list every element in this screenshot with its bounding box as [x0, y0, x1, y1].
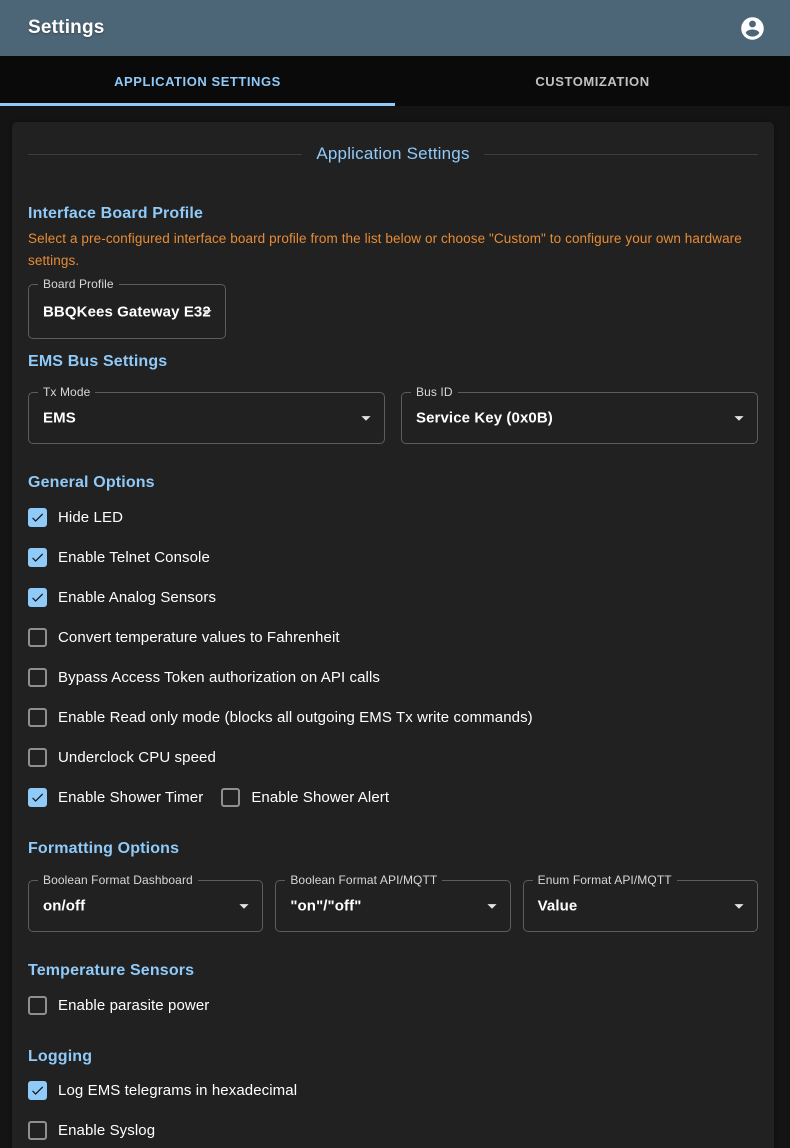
account-circle-icon — [739, 15, 766, 42]
checkbox-label[interactable]: Enable parasite power — [58, 997, 209, 1014]
checkbox-row-enable-syslog[interactable]: Enable Syslog — [28, 1110, 758, 1148]
checkbox-read-only-mode[interactable] — [28, 708, 47, 727]
section-heading-interface-board-profile: Interface Board Profile — [28, 202, 758, 226]
select-value: "on"/"off" — [290, 898, 361, 915]
check-icon — [30, 790, 45, 805]
formatting-select-row: Boolean Format Dashboard on/off Boolean … — [28, 880, 758, 932]
dropdown-arrow-icon — [196, 301, 218, 323]
dropdown-arrow-icon — [728, 895, 750, 917]
tab-customization[interactable]: CUSTOMIZATION — [395, 56, 790, 106]
checkbox-label[interactable]: Underclock CPU speed — [58, 749, 216, 766]
tx-mode-select[interactable]: Tx Mode EMS — [28, 392, 385, 444]
checkbox-row-log-hex[interactable]: Log EMS telegrams in hexadecimal — [28, 1070, 758, 1110]
tx-mode-select-value: EMS — [43, 410, 76, 427]
select-value: Value — [538, 898, 578, 915]
check-icon — [30, 1083, 45, 1098]
dropdown-arrow-icon — [728, 407, 750, 429]
checkbox-row-analog-sensors[interactable]: Enable Analog Sensors — [28, 577, 758, 617]
shower-alert-pair[interactable]: Enable Shower Alert — [221, 788, 389, 807]
board-profile-description: Select a pre-configured interface board … — [28, 228, 758, 272]
section-heading-temperature-sensors: Temperature Sensors — [28, 959, 758, 983]
checkbox-convert-fahrenheit[interactable] — [28, 628, 47, 647]
checkbox-enable-shower-alert[interactable] — [221, 788, 240, 807]
checkbox-label[interactable]: Hide LED — [58, 509, 123, 526]
bus-id-select-label: Bus ID — [411, 384, 458, 401]
checkbox-row-fahrenheit[interactable]: Convert temperature values to Fahrenheit — [28, 617, 758, 657]
dropdown-arrow-icon — [233, 895, 255, 917]
enum-format-api-mqtt-select[interactable]: Enum Format API/MQTT Value — [523, 880, 758, 932]
checkbox-row-read-only-mode[interactable]: Enable Read only mode (blocks all outgoi… — [28, 697, 758, 737]
section-heading-general-options: General Options — [28, 471, 758, 495]
checkbox-label[interactable]: Enable Telnet Console — [58, 549, 210, 566]
checkbox-enable-shower-timer[interactable] — [28, 788, 47, 807]
select-label: Boolean Format API/MQTT — [285, 872, 442, 889]
section-heading-formatting-options: Formatting Options — [28, 837, 758, 861]
application-settings-card: Application Settings Interface Board Pro… — [12, 122, 774, 1148]
bus-id-select-value: Service Key (0x0B) — [416, 410, 553, 427]
section-heading-ems-bus-settings: EMS Bus Settings — [28, 350, 758, 374]
app-bar: Settings — [0, 0, 790, 56]
checkbox-row-bypass-token[interactable]: Bypass Access Token authorization on API… — [28, 657, 758, 697]
dropdown-arrow-icon — [481, 895, 503, 917]
section-heading-logging: Logging — [28, 1045, 758, 1069]
checkbox-row-shower: Enable Shower Timer Enable Shower Alert — [28, 777, 758, 817]
select-label: Enum Format API/MQTT — [533, 872, 677, 889]
checkbox-label[interactable]: Log EMS telegrams in hexadecimal — [58, 1082, 297, 1099]
board-profile-select-value: BBQKees Gateway E32 — [43, 303, 211, 320]
settings-tab-bar: APPLICATION SETTINGS CUSTOMIZATION — [0, 56, 790, 106]
checkbox-label[interactable]: Convert temperature values to Fahrenheit — [58, 629, 340, 646]
checkbox-row-parasite-power[interactable]: Enable parasite power — [28, 985, 758, 1025]
tab-application-settings[interactable]: APPLICATION SETTINGS — [0, 56, 395, 106]
account-button[interactable] — [732, 8, 772, 48]
checkbox-label[interactable]: Enable Read only mode (blocks all outgoi… — [58, 709, 533, 726]
select-value: on/off — [43, 898, 85, 915]
title-divider-left — [28, 154, 302, 155]
page-title: Application Settings — [316, 144, 469, 164]
checkbox-enable-parasite-power[interactable] — [28, 996, 47, 1015]
page-title-row: Application Settings — [28, 141, 758, 167]
tab-label: APPLICATION SETTINGS — [114, 74, 281, 89]
check-icon — [30, 590, 45, 605]
checkbox-enable-telnet-console[interactable] — [28, 548, 47, 567]
checkbox-label[interactable]: Enable Syslog — [58, 1122, 155, 1139]
checkbox-row-underclock-cpu[interactable]: Underclock CPU speed — [28, 737, 758, 777]
boolean-format-api-mqtt-select[interactable]: Boolean Format API/MQTT "on"/"off" — [275, 880, 510, 932]
dropdown-arrow-icon — [355, 407, 377, 429]
checkbox-hide-led[interactable] — [28, 508, 47, 527]
checkbox-label[interactable]: Bypass Access Token authorization on API… — [58, 669, 380, 686]
checkbox-label[interactable]: Enable Shower Timer — [58, 789, 203, 806]
board-profile-select-label: Board Profile — [38, 276, 119, 293]
bus-id-select[interactable]: Bus ID Service Key (0x0B) — [401, 392, 758, 444]
tx-mode-select-label: Tx Mode — [38, 384, 95, 401]
ems-bus-select-row: Tx Mode EMS Bus ID Service Key (0x0B) — [28, 392, 758, 444]
check-icon — [30, 510, 45, 525]
boolean-format-dashboard-select[interactable]: Boolean Format Dashboard on/off — [28, 880, 263, 932]
checkbox-log-ems-telegrams-hex[interactable] — [28, 1081, 47, 1100]
page-header-title: Settings — [28, 17, 105, 39]
checkbox-bypass-access-token[interactable] — [28, 668, 47, 687]
checkbox-label[interactable]: Enable Analog Sensors — [58, 589, 216, 606]
title-divider-right — [484, 154, 758, 155]
checkbox-underclock-cpu[interactable] — [28, 748, 47, 767]
board-profile-select[interactable]: Board Profile BBQKees Gateway E32 — [28, 284, 226, 339]
check-icon — [30, 550, 45, 565]
shower-timer-pair[interactable]: Enable Shower Timer — [28, 788, 203, 807]
checkbox-row-hide-led[interactable]: Hide LED — [28, 497, 758, 537]
checkbox-label[interactable]: Enable Shower Alert — [251, 789, 389, 806]
checkbox-enable-syslog[interactable] — [28, 1121, 47, 1140]
tab-label: CUSTOMIZATION — [535, 74, 649, 89]
checkbox-row-telnet-console[interactable]: Enable Telnet Console — [28, 537, 758, 577]
checkbox-enable-analog-sensors[interactable] — [28, 588, 47, 607]
select-label: Boolean Format Dashboard — [38, 872, 198, 889]
